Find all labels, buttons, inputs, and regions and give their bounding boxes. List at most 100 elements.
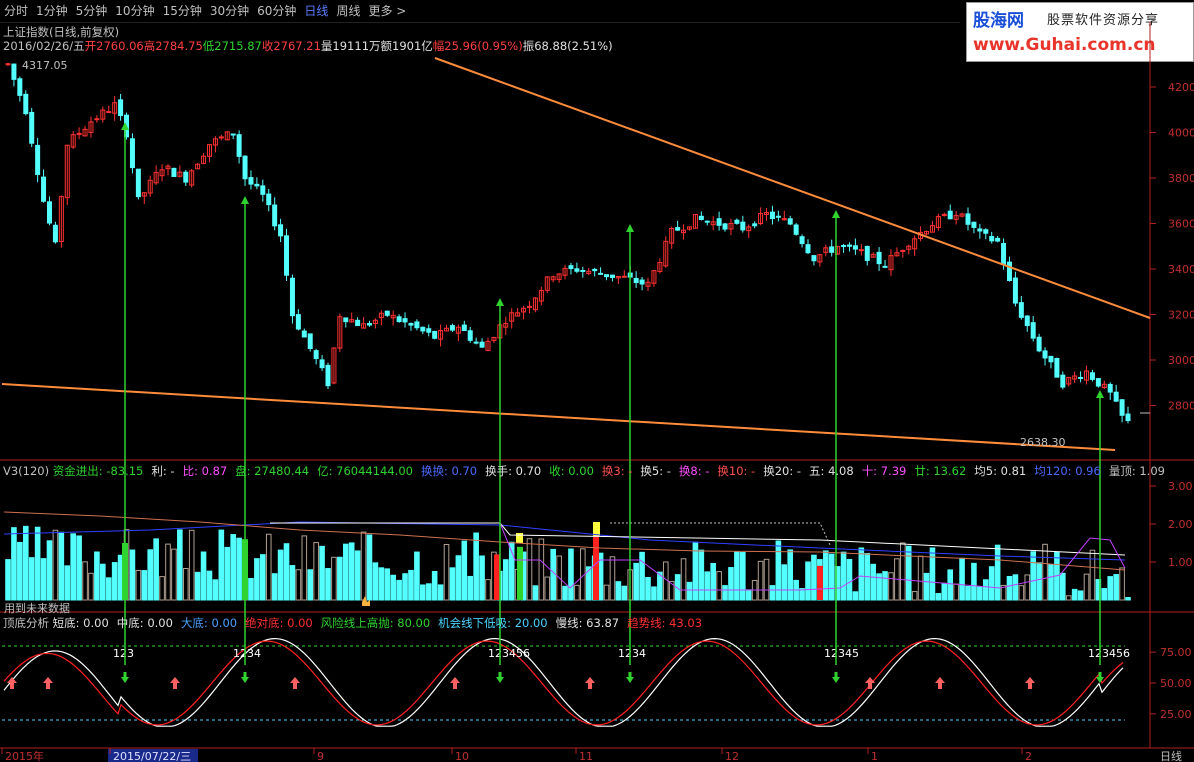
- volume-bar: [728, 567, 734, 601]
- volume-bar: [17, 541, 23, 601]
- candle-body: [947, 210, 953, 220]
- candle-body: [1095, 378, 1101, 387]
- candle-body: [29, 111, 35, 144]
- volume-bar: [811, 554, 817, 601]
- candle-body: [580, 269, 586, 272]
- volume-bar: [408, 569, 414, 601]
- volume-tick-label: 1.00: [1168, 556, 1193, 569]
- volume-bar: [82, 561, 88, 601]
- sell-arrow-icon: [121, 672, 129, 683]
- candle-body: [46, 201, 52, 224]
- date-label: 10: [455, 750, 469, 762]
- volume-bar: [111, 562, 118, 601]
- volume-bar: [710, 563, 716, 601]
- candle-body: [841, 244, 847, 248]
- indicator-field: 廿: 13.62: [914, 464, 967, 478]
- buy-arrow-icon: [585, 677, 595, 689]
- candle-body: [307, 333, 313, 349]
- buy-arrow-icon: [450, 677, 460, 689]
- candle-body: [319, 359, 325, 369]
- volume-bar: [171, 548, 177, 601]
- volume-bar: [1060, 572, 1066, 601]
- volume-bar: [265, 533, 272, 601]
- signal-volume-bar: [516, 533, 523, 543]
- volume-bar: [467, 575, 474, 601]
- candle-body: [722, 223, 728, 230]
- price-tick-label: 3200: [1168, 309, 1194, 322]
- candle-body: [995, 237, 1001, 242]
- price-tick-label: 4000: [1168, 127, 1194, 140]
- signal-arrow-head-icon: [832, 210, 840, 218]
- candle-body: [704, 220, 710, 223]
- buy-arrow-icon: [935, 677, 945, 689]
- volume-bar: [745, 589, 752, 601]
- date-label: 1: [871, 750, 878, 762]
- volume-bar: [615, 581, 622, 601]
- indicator-field: 换手: 0.70: [485, 464, 542, 478]
- candle-body: [852, 245, 858, 250]
- candle-body: [420, 326, 426, 332]
- candle-body: [965, 213, 971, 225]
- volume-bar: [206, 570, 213, 601]
- volume-bar: [319, 545, 325, 601]
- volume-bar: [935, 593, 942, 601]
- volume-bar: [64, 565, 71, 601]
- top-bottom-indicator-header: 顶底分析 短底: 0.00 中底: 0.00 大底: 0.00 绝对底: 0.00 风险…: [3, 615, 710, 631]
- volume-bar: [22, 525, 29, 601]
- signal-arrow-head-icon: [241, 196, 249, 204]
- stock-chart-canvas[interactable]: 123 1234 123456 1234 12345 123456 4200 4000 380…: [0, 0, 1194, 762]
- low-mark-label: 2638.30: [1020, 436, 1066, 449]
- candle-body: [900, 249, 906, 252]
- buy-arrow-icon: [170, 677, 180, 689]
- top-marker-label: 1234: [618, 647, 646, 660]
- candle-body: [17, 78, 23, 96]
- indicator-field: 换8: -: [678, 464, 710, 478]
- volume-bar: [757, 560, 764, 601]
- oscillator-tick-label: 50.00: [1160, 677, 1192, 690]
- candle-body: [574, 268, 580, 272]
- top-marker-label: 1234: [233, 647, 261, 660]
- candle-body: [94, 118, 100, 121]
- price-tick-label: 2800: [1168, 400, 1194, 413]
- volume-bar: [645, 576, 651, 601]
- candle-body: [864, 245, 870, 261]
- volume-bar: [1071, 588, 1078, 601]
- candle-body: [118, 99, 124, 117]
- volume-bar: [58, 531, 65, 601]
- date-label: 12: [725, 750, 739, 762]
- candle-body: [473, 341, 479, 344]
- trend-line: [3, 640, 1124, 726]
- volume-dotted-line: [610, 522, 831, 546]
- volume-bar: [443, 543, 450, 601]
- signal-arrow-head-icon: [496, 298, 504, 306]
- date-label: 2015/07/22/三: [113, 750, 191, 762]
- volume-bar: [828, 553, 835, 601]
- volume-bar: [455, 555, 462, 601]
- candle-body: [461, 324, 467, 332]
- candle-body: [396, 316, 402, 323]
- candle-body: [408, 322, 414, 326]
- volume-tick-label: 2.00: [1168, 518, 1193, 531]
- volume-bar: [289, 565, 296, 601]
- volume-bar: [165, 543, 171, 601]
- indicator-field: 资金进出: -83.15: [52, 464, 144, 478]
- candle-body: [1048, 355, 1054, 363]
- volume-bar: [526, 538, 533, 601]
- candle-body: [35, 144, 41, 176]
- volume-bar: [1101, 588, 1108, 601]
- candle-body: [1042, 350, 1048, 359]
- candle-body: [402, 318, 408, 323]
- volume-bar: [34, 526, 41, 601]
- indicator-field: 换20: -: [763, 464, 802, 478]
- candle-body: [1119, 399, 1125, 416]
- volume-bar: [544, 576, 551, 601]
- candle-body: [876, 251, 882, 265]
- volume-bar: [147, 549, 154, 601]
- indicator-name: V3(120): [3, 464, 53, 478]
- price-tick-label: 3400: [1168, 263, 1194, 276]
- volume-bar: [609, 556, 616, 601]
- volume-bar: [929, 547, 936, 601]
- signal-volume-bar: [517, 546, 523, 600]
- candle-body: [248, 177, 254, 185]
- high-mark-label: 4317.05: [22, 59, 68, 72]
